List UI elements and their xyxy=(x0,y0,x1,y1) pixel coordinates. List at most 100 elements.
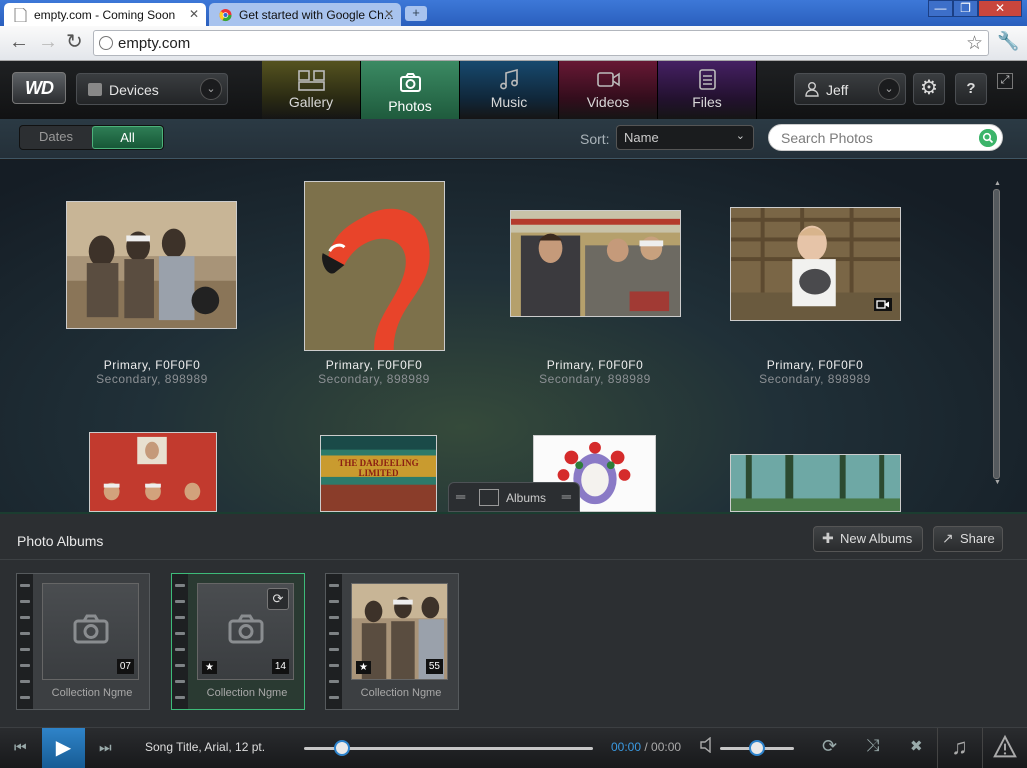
time-display: 00:00 / 00:00 xyxy=(611,740,681,754)
caption-primary: Primary, F0F0F0 xyxy=(766,358,864,372)
volume-slider[interactable] xyxy=(720,740,794,756)
user-icon xyxy=(805,82,819,97)
chevron-down-icon[interactable]: ⌄ xyxy=(200,78,222,100)
photo-count-badge: 55 xyxy=(425,659,443,674)
music-note-icon[interactable]: ♫ xyxy=(937,728,981,768)
search-input[interactable]: Search Photos xyxy=(768,124,1003,151)
back-icon[interactable]: ← xyxy=(9,32,29,52)
album-thumbnail: ★ 55 xyxy=(351,583,448,680)
tab-videos[interactable]: Videos xyxy=(559,61,658,119)
tab-label: Files xyxy=(692,94,722,110)
device-icon xyxy=(88,83,102,96)
tab-music[interactable]: Music xyxy=(460,61,559,119)
caption-primary: Primary, F0F0F0 xyxy=(325,358,423,372)
sync-icon[interactable]: ⟳ xyxy=(267,588,289,610)
albums-drawer-handle[interactable]: ═ Albums ═ xyxy=(448,482,580,512)
photo-thumbnail[interactable] xyxy=(89,432,217,512)
album-card[interactable]: ★ 55 Collection Ngme xyxy=(325,573,459,710)
minimize-button[interactable]: — xyxy=(928,0,953,17)
scrollbar[interactable]: ▲ ▼ xyxy=(992,180,1002,487)
tab-files[interactable]: Files xyxy=(658,61,757,119)
chevron-down-icon[interactable]: ⌄ xyxy=(878,78,900,100)
grip-icon: ═ xyxy=(561,489,571,504)
video-badge-icon xyxy=(874,298,892,311)
scroll-down-icon[interactable]: ▼ xyxy=(994,479,1001,486)
previous-track-icon[interactable]: ⏮ xyxy=(14,739,27,756)
browser-tab-empty[interactable]: empty.com - Coming Soon ✕ xyxy=(4,3,206,26)
caption-secondary: Secondary, 898989 xyxy=(539,372,651,386)
expand-icon[interactable]: ⤢ xyxy=(997,73,1013,89)
volume-knob[interactable] xyxy=(749,740,765,756)
url-text[interactable]: empty.com xyxy=(118,35,190,52)
progress-slider[interactable] xyxy=(304,740,593,756)
scroll-up-icon[interactable]: ▲ xyxy=(994,180,1001,187)
music-note-icon xyxy=(500,69,518,90)
photo-caption: Primary, F0F0F0 Secondary, 898989 xyxy=(715,358,915,386)
photo-thumbnail[interactable] xyxy=(66,201,237,329)
tab-label: Gallery xyxy=(288,94,334,110)
wrench-icon[interactable]: 🔧 xyxy=(997,31,1019,52)
close-player-icon[interactable]: ✖ xyxy=(910,737,923,755)
sort-select[interactable]: Name ⌄ xyxy=(616,125,754,150)
devices-dropdown[interactable]: Devices ⌄ xyxy=(76,73,228,105)
next-track-icon[interactable]: ⏭ xyxy=(99,739,112,756)
close-tab-icon[interactable]: ✕ xyxy=(189,7,199,21)
time-current: 00:00 xyxy=(611,740,642,754)
address-bar[interactable]: empty.com ☆ xyxy=(93,30,989,56)
camera-icon xyxy=(400,73,421,92)
help-button[interactable]: ? xyxy=(955,73,987,105)
album-name: Collection Ngme xyxy=(206,687,288,699)
photo-caption: Primary, F0F0F0 Secondary, 898989 xyxy=(52,358,252,386)
tab-label: Videos xyxy=(586,94,630,110)
play-button[interactable]: ▶ xyxy=(42,728,85,768)
user-menu[interactable]: Jeff ⌄ xyxy=(794,73,906,105)
gear-icon[interactable]: ⚙ xyxy=(913,73,945,105)
repeat-icon[interactable]: ⟳ xyxy=(822,736,837,757)
sort-label: Sort: xyxy=(580,131,610,147)
photo-thumbnail[interactable] xyxy=(730,207,901,321)
share-button[interactable]: ↗ Share xyxy=(933,526,1003,552)
search-placeholder: Search Photos xyxy=(781,130,873,146)
photo-thumbnail[interactable] xyxy=(304,181,445,351)
close-window-button[interactable]: ✕ xyxy=(978,0,1022,17)
photo-thumbnail[interactable] xyxy=(730,454,901,512)
volume-icon[interactable] xyxy=(700,737,714,753)
wd-logo: WD xyxy=(12,72,66,104)
progress-knob[interactable] xyxy=(333,740,350,756)
star-icon[interactable]: ★ xyxy=(356,661,371,674)
search-icon[interactable] xyxy=(979,129,997,147)
star-icon[interactable]: ★ xyxy=(202,661,217,674)
gallery-icon xyxy=(298,70,325,91)
reload-icon[interactable]: ↻ xyxy=(66,32,83,52)
forward-icon[interactable]: → xyxy=(38,32,58,52)
shuffle-icon[interactable]: ⤨ xyxy=(866,736,880,756)
scrollbar-thumb[interactable] xyxy=(993,189,1000,479)
film-strip xyxy=(17,574,33,709)
sort-value: Name xyxy=(624,130,659,145)
button-label: New Albums xyxy=(840,531,913,546)
toggle-all[interactable]: All xyxy=(92,126,163,149)
new-tab-button[interactable]: + xyxy=(405,6,427,21)
tab-gallery[interactable]: Gallery xyxy=(262,61,361,119)
photo-thumbnail[interactable]: THE DARJEELING LIMITED xyxy=(320,435,437,512)
restore-button[interactable]: ❐ xyxy=(953,0,978,17)
film-strip xyxy=(172,574,188,709)
camera-icon xyxy=(228,614,264,644)
new-albums-button[interactable]: ✚ New Albums xyxy=(813,526,923,552)
photo-count-badge: 14 xyxy=(271,659,289,674)
bookmark-star-icon[interactable]: ☆ xyxy=(966,32,983,55)
warning-icon[interactable] xyxy=(982,728,1027,768)
close-tab-icon[interactable]: ✕ xyxy=(384,7,394,21)
file-icon xyxy=(699,69,716,90)
film-strip xyxy=(326,574,342,709)
filter-bar: Dates All Sort: Name ⌄ Search Photos xyxy=(0,119,1027,159)
album-card[interactable]: ⟳ ★ 14 Collection Ngme xyxy=(171,573,305,710)
browser-tab-chrome[interactable]: Get started with Google Ch... ✕ xyxy=(209,3,401,26)
tab-photos[interactable]: Photos xyxy=(361,61,460,120)
grip-icon: ═ xyxy=(456,489,466,504)
plus-icon: ✚ xyxy=(822,530,834,546)
album-card[interactable]: 07 Collection Ngme xyxy=(16,573,150,710)
photo-count-badge: 07 xyxy=(116,659,134,674)
toggle-dates[interactable]: Dates xyxy=(20,126,92,149)
photo-thumbnail[interactable] xyxy=(510,210,681,317)
